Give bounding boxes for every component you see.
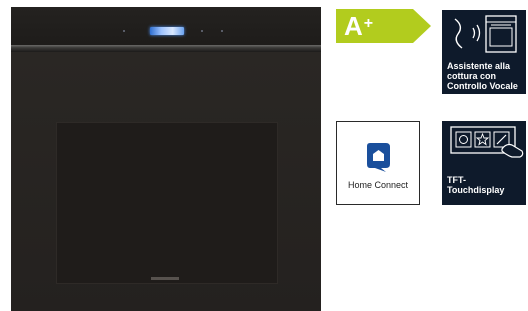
- home-connect-label: Home Connect: [347, 180, 409, 190]
- tft-touchdisplay-text: TFT- Touchdisplay: [447, 175, 505, 195]
- oven-handle: [11, 45, 321, 52]
- oven-sensor-dot: [201, 30, 203, 32]
- oven-product-image: [11, 7, 321, 311]
- oven-window: [56, 122, 278, 284]
- touchscreen-hand-icon: [450, 126, 524, 158]
- voice-assistant-text: Assistente alla cottura con Controllo Vo…: [447, 61, 518, 91]
- energy-class-label: A+: [336, 9, 431, 43]
- voice-oven-icon: [454, 15, 517, 53]
- oven-display: [150, 27, 184, 35]
- home-connect-badge: Home Connect: [336, 121, 420, 205]
- tft-touchdisplay-badge: TFT- Touchdisplay: [442, 121, 526, 205]
- oven-control-panel: [11, 7, 321, 45]
- oven-sensor-dot: [123, 30, 125, 32]
- oven-door: [11, 52, 321, 311]
- oven-sensor-dot: [221, 30, 223, 32]
- energy-class-text: A+: [344, 11, 374, 41]
- oven-brand-logo: [151, 277, 179, 280]
- home-connect-logo-icon: [367, 143, 390, 172]
- voice-assistant-badge: Assistente alla cottura con Controllo Vo…: [442, 10, 526, 94]
